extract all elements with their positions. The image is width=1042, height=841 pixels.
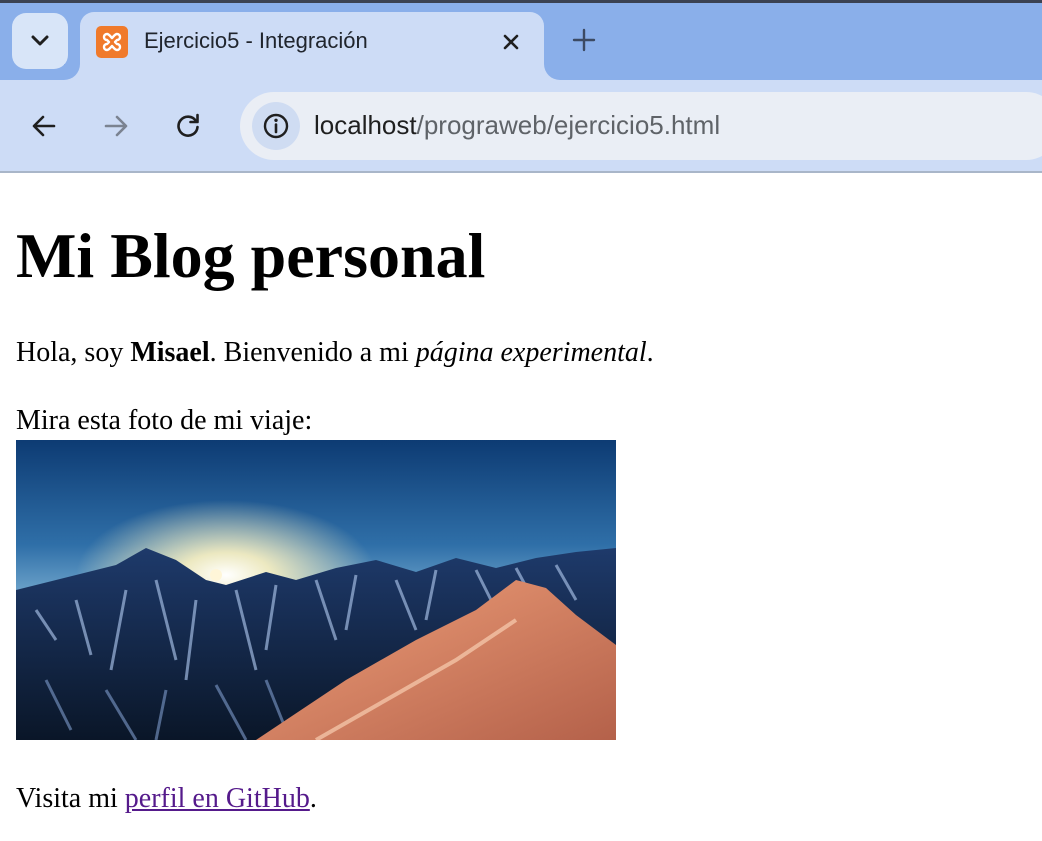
arrow-left-icon <box>32 115 56 137</box>
tab-strip: Ejercicio5 - Integración <box>0 0 1042 80</box>
url-path: /prograweb/ejercicio5.html <box>416 110 721 140</box>
footer-prefix: Visita mi <box>16 783 125 814</box>
arrow-right-icon <box>104 115 128 137</box>
tab-close-button[interactable] <box>496 27 526 57</box>
footer-paragraph: Visita mi perfil en GitHub. <box>16 783 317 815</box>
intro-prefix: Hola, soy <box>16 337 131 368</box>
intro-suffix: . <box>646 337 654 368</box>
close-icon <box>503 34 519 50</box>
active-tab[interactable]: Ejercicio5 - Integración <box>80 12 544 80</box>
reload-button[interactable] <box>168 106 208 146</box>
tab-title: Ejercicio5 - Integración <box>144 28 368 53</box>
footer-suffix: . <box>309 783 317 814</box>
photo-caption: Mira esta foto de mi viaje: <box>16 405 313 436</box>
intro-paragraph: Hola, soy Misael. Bienvenido a mi página… <box>16 337 654 369</box>
intro-emphasis: página experimental <box>415 337 647 368</box>
reload-icon <box>177 113 199 137</box>
info-icon <box>263 113 289 139</box>
browser-toolbar: localhost/prograweb/ejercicio5.html <box>0 80 1042 172</box>
tab-curve-left <box>64 64 80 80</box>
address-bar[interactable]: localhost/prograweb/ejercicio5.html <box>240 92 1042 160</box>
toolbar-divider <box>0 171 1042 173</box>
xampp-icon <box>96 26 128 58</box>
chevron-down-icon <box>31 35 49 46</box>
tab-search-button[interactable] <box>12 13 68 69</box>
plus-icon <box>572 28 596 52</box>
site-info-button[interactable] <box>252 102 300 150</box>
intro-middle: . Bienvenido a mi <box>209 337 416 368</box>
new-tab-button[interactable] <box>568 24 600 56</box>
author-name: Misael <box>130 337 210 368</box>
url-host: localhost <box>314 110 417 140</box>
page-title: Mi Blog personal <box>16 220 486 291</box>
github-profile-link[interactable]: perfil en GitHub <box>125 783 310 814</box>
mountain-sunrise-photo <box>16 440 616 740</box>
tab-curve-right <box>544 64 560 80</box>
back-button[interactable] <box>24 106 64 146</box>
url-text[interactable]: localhost/prograweb/ejercicio5.html <box>314 110 720 141</box>
forward-button[interactable] <box>96 106 136 146</box>
window-top-edge <box>0 0 1042 3</box>
